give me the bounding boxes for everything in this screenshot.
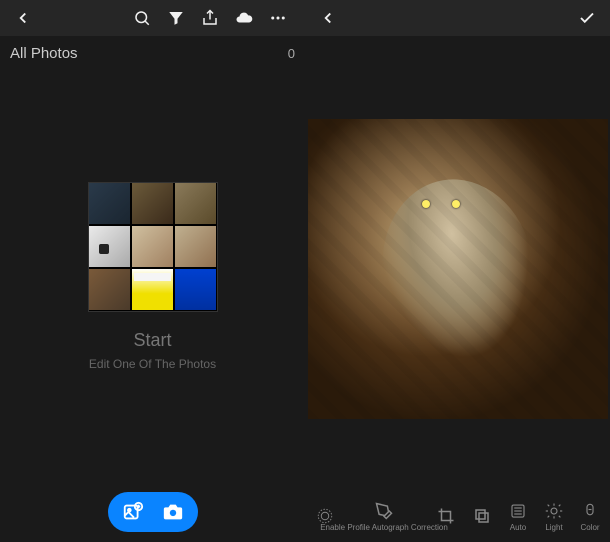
start-title: Start: [133, 330, 171, 351]
color-tool[interactable]: Color: [572, 502, 608, 532]
thumbnail: [89, 226, 130, 267]
editor-toolbar: Enable Profile Autograph Correction Auto…: [305, 492, 610, 542]
thumbnail: [132, 269, 173, 310]
share-icon[interactable]: [195, 3, 225, 33]
fab-bar: [108, 492, 198, 532]
photo-detail: [452, 200, 460, 208]
profile-correction-tool[interactable]: Enable Profile Autograph Correction: [343, 502, 428, 532]
library-topbar: [0, 0, 305, 36]
album-title[interactable]: All Photos: [10, 45, 78, 62]
back-button[interactable]: [313, 3, 343, 33]
album-thumbnail-grid[interactable]: [88, 182, 218, 312]
confirm-button[interactable]: [572, 3, 602, 33]
thumbnail: [89, 269, 130, 310]
editor-pane: Enable Profile Autograph Correction Auto…: [305, 0, 610, 542]
thumbnail: [175, 226, 216, 267]
gallery-area: Start Edit One Of The Photos: [0, 70, 305, 542]
auto-tool[interactable]: Auto: [500, 502, 536, 532]
library-subheader: All Photos 0: [0, 36, 305, 70]
add-photo-button[interactable]: [118, 497, 148, 527]
thumbnail: [175, 269, 216, 310]
more-icon[interactable]: [263, 3, 293, 33]
photo-canvas-area: [305, 36, 610, 542]
tool-label: Light: [545, 523, 562, 532]
photo-count: 0: [288, 46, 295, 61]
start-subtitle: Edit One Of The Photos: [89, 357, 216, 371]
thumbnail: [132, 183, 173, 224]
filter-icon[interactable]: [161, 3, 191, 33]
editor-topbar: [305, 0, 610, 36]
thumbnail: [175, 183, 216, 224]
crop-tool[interactable]: [428, 507, 464, 528]
search-icon[interactable]: [127, 3, 157, 33]
tool-label: Auto: [510, 523, 526, 532]
tool-label: Color: [580, 523, 599, 532]
light-tool[interactable]: Light: [536, 502, 572, 532]
edited-photo[interactable]: [308, 119, 608, 419]
back-button[interactable]: [8, 3, 38, 33]
thumbnail: [89, 183, 130, 224]
thumbnail: [132, 226, 173, 267]
photo-detail: [422, 200, 430, 208]
camera-button[interactable]: [158, 497, 188, 527]
cloud-icon[interactable]: [229, 3, 259, 33]
presets-tool[interactable]: [464, 507, 500, 528]
library-pane: All Photos 0 Start Edit One Of The Photo…: [0, 0, 305, 542]
toolbar-actions: [127, 3, 293, 33]
